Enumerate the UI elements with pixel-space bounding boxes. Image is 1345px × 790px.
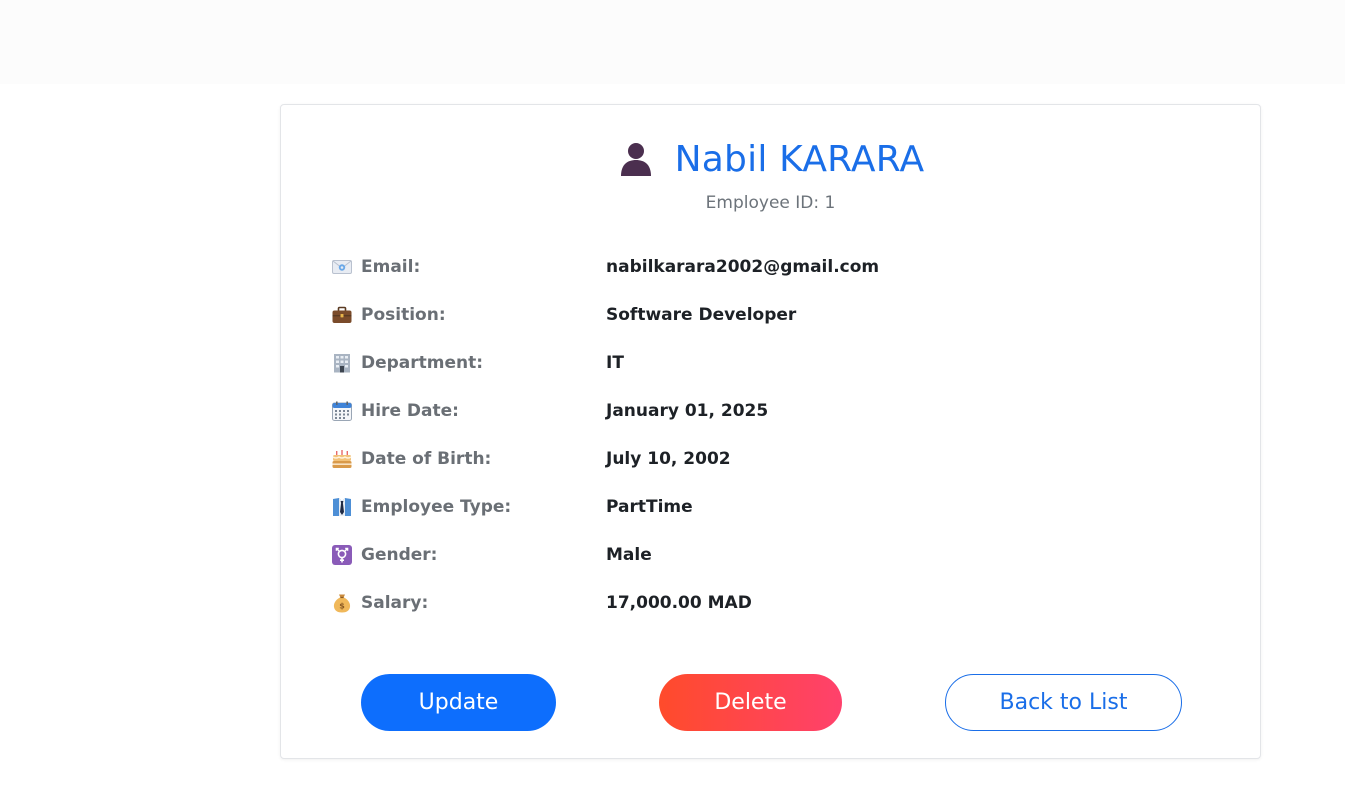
birthday-cake-icon [331,448,353,470]
detail-row-employee-type: Employee Type: PartTime [331,483,1211,531]
employee-id: Employee ID: 1 [705,193,836,213]
detail-row-salary: $ Salary: 17,000.00 MAD [331,579,1211,627]
detail-value: IT [606,353,624,373]
calendar-icon [331,400,353,422]
back-to-list-button[interactable]: Back to List [945,674,1182,731]
detail-value: Software Developer [606,305,797,325]
office-building-icon [331,352,353,374]
detail-row-position: Position: Software Developer [331,291,1211,339]
detail-label: Employee Type: [361,497,512,517]
money-bag-icon: $ [331,592,353,614]
employee-name: Nabil KARARA [674,138,925,180]
detail-row-email: Email: nabilkarara2002@gmail.com [331,243,1211,291]
delete-button[interactable]: Delete [659,674,842,731]
detail-value: July 10, 2002 [606,449,731,469]
name-row: Nabil KARARA [617,135,925,183]
top-band [0,0,1345,84]
employee-header: Nabil KARARA Employee ID: 1 [281,135,1260,213]
detail-row-hire-date: Hire Date: January 01, 2025 [331,387,1211,435]
detail-value: nabilkarara2002@gmail.com [606,257,880,277]
detail-row-date-of-birth: Date of Birth: July 10, 2002 [331,435,1211,483]
detail-value: 17,000.00 MAD [606,593,752,613]
detail-label: Salary: [361,593,429,613]
details-list: Email: nabilkarara2002@gmail.com Positio… [331,243,1211,627]
briefcase-icon [331,304,353,326]
detail-label: Date of Birth: [361,449,492,469]
svg-text:$: $ [339,602,345,611]
detail-label: Hire Date: [361,401,459,421]
employee-detail-card: Nabil KARARA Employee ID: 1 Email: nabil… [280,104,1261,759]
person-silhouette-icon [617,140,655,178]
detail-label: Position: [361,305,446,325]
detail-value: January 01, 2025 [606,401,769,421]
detail-value: Male [606,545,652,565]
action-buttons: Update Delete Back to List [281,674,1260,732]
envelope-icon [331,256,353,278]
detail-value: PartTime [606,497,693,517]
detail-row-gender: Gender: Male [331,531,1211,579]
necktie-icon [331,496,353,518]
page: Nabil KARARA Employee ID: 1 Email: nabil… [0,0,1345,790]
detail-label: Department: [361,353,484,373]
update-button[interactable]: Update [361,674,556,731]
detail-label: Gender: [361,545,438,565]
detail-label: Email: [361,257,421,277]
gender-icon [331,544,353,566]
detail-row-department: Department: IT [331,339,1211,387]
